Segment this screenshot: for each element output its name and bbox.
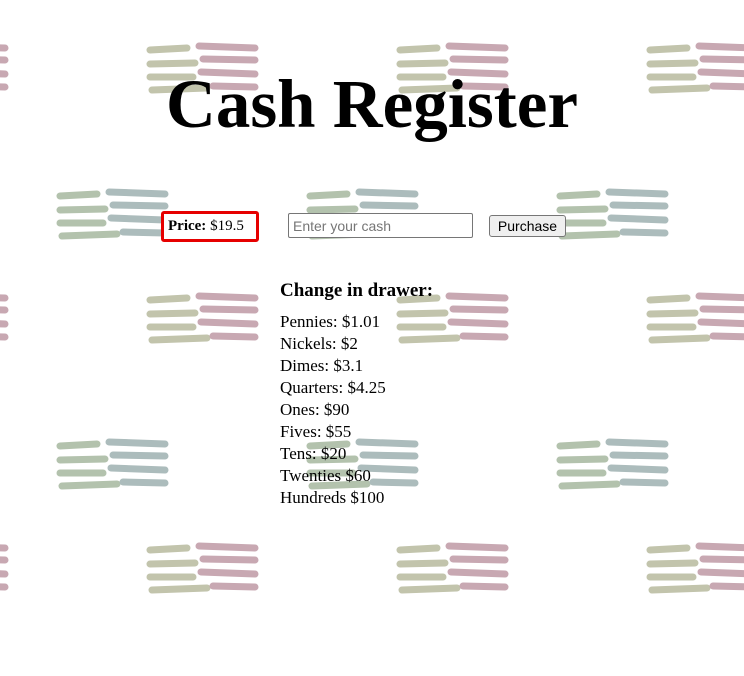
price-value: $19.5	[210, 218, 244, 234]
drawer-item-tens: Tens: $20	[280, 444, 347, 463]
drawer-item-dimes: Dimes: $3.1	[280, 356, 364, 375]
drawer-item-fives: Fives: $55	[280, 422, 352, 441]
page-title: Cash Register	[165, 66, 578, 142]
cash-input[interactable]	[288, 213, 473, 238]
drawer-item-hundreds: Hundreds $100	[280, 488, 385, 507]
drawer-item-pennies: Pennies: $1.01	[280, 312, 381, 331]
drawer-item-ones: Ones: $90	[280, 400, 350, 419]
drawer-title: Change in drawer:	[280, 280, 434, 301]
change-in-drawer: Change in drawer: Pennies: $1.01 Nickels…	[280, 279, 433, 509]
drawer-list: Pennies: $1.01 Nickels: $2 Dimes: $3.1 Q…	[280, 311, 433, 509]
price-display: Price: $19.5	[161, 211, 259, 242]
drawer-item-twenties: Twenties $60	[280, 466, 371, 485]
drawer-item-quarters: Quarters: $4.25	[280, 378, 386, 397]
price-label: Price:	[168, 218, 207, 234]
purchase-button[interactable]: Purchase	[489, 215, 566, 237]
drawer-item-nickels: Nickels: $2	[280, 334, 358, 353]
